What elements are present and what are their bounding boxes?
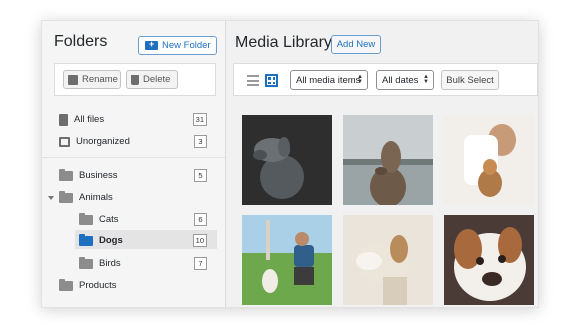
inbox-icon [59, 136, 70, 147]
folder-label: Cats [99, 214, 119, 225]
folder-item-birds[interactable]: Birds 7 [79, 254, 217, 273]
folders-title: Folders [54, 33, 108, 50]
app-window: Folders New Folder Rename Delete All fil… [41, 20, 539, 308]
folder-icon [59, 278, 73, 291]
folder-count: 10 [192, 234, 207, 247]
folder-label: Birds [99, 258, 121, 269]
folder-label: Products [79, 280, 117, 291]
media-thumbnail[interactable] [444, 115, 534, 205]
date-value: All dates [382, 74, 419, 86]
file-icon [59, 113, 68, 126]
folder-count: 6 [194, 213, 207, 226]
folder-item-all-files[interactable]: All files 31 [59, 110, 217, 129]
rename-label: Rename [82, 74, 118, 85]
folder-item-dogs[interactable]: Dogs 10 [79, 231, 217, 250]
folder-count: 7 [194, 257, 207, 270]
folder-count: 3 [194, 135, 207, 148]
add-new-button[interactable]: Add New [331, 35, 381, 54]
trash-icon [131, 74, 139, 85]
select-arrows-icon: ▲ ▼ [357, 74, 363, 85]
folder-label: Dogs [99, 235, 123, 246]
folders-panel: Folders New Folder Rename Delete All fil… [42, 21, 225, 307]
media-thumbnail[interactable] [242, 215, 332, 305]
media-type-select[interactable]: All media items ▲ ▼ [290, 70, 368, 90]
media-filter-bar: All media items ▲ ▼ All dates ▲ ▼ Bulk Sel… [233, 63, 538, 96]
page-title: Media Library [235, 34, 332, 51]
folder-label: All files [74, 114, 105, 125]
folder-toolbar: Rename Delete [54, 63, 216, 96]
folder-item-animals[interactable]: Animals [48, 188, 217, 207]
tree-divider [42, 157, 225, 158]
folder-label: Business [79, 170, 118, 181]
media-thumbnail[interactable] [242, 115, 332, 205]
folder-icon [79, 212, 93, 225]
folder-icon [79, 233, 93, 246]
folder-count: 31 [192, 113, 207, 126]
folder-item-business[interactable]: Business 5 [59, 166, 217, 185]
folder-count: 5 [194, 169, 207, 182]
date-select[interactable]: All dates ▲ ▼ [376, 70, 434, 90]
media-thumbnail[interactable] [343, 215, 433, 305]
media-thumbnail[interactable] [343, 115, 433, 205]
media-thumbnail[interactable] [444, 215, 534, 305]
media-type-value: All media items [296, 74, 361, 86]
folder-icon [79, 256, 93, 269]
media-library-panel: Media Library Add New All media items ▲ ▼… [226, 21, 538, 307]
folder-item-products[interactable]: Products [59, 276, 217, 295]
new-folder-label: New Folder [162, 40, 211, 51]
folder-icon [59, 190, 73, 203]
select-arrows-icon: ▲ ▼ [423, 74, 429, 85]
new-folder-button[interactable]: New Folder [138, 36, 217, 55]
pencil-icon [68, 74, 78, 85]
folder-label: Unorganized [76, 136, 130, 147]
folder-item-cats[interactable]: Cats 6 [79, 210, 217, 229]
folder-item-unorganized[interactable]: Unorganized 3 [59, 132, 217, 151]
list-view-icon[interactable] [247, 75, 259, 86]
folder-icon [59, 168, 73, 181]
caret-down-icon[interactable] [48, 195, 54, 200]
folder-label: Animals [79, 192, 113, 203]
bulk-select-button[interactable]: Bulk Select [441, 70, 499, 90]
delete-button[interactable]: Delete [126, 70, 178, 89]
grid-view-icon[interactable] [265, 74, 278, 87]
folder-plus-icon [145, 39, 158, 50]
delete-label: Delete [143, 74, 171, 85]
rename-button[interactable]: Rename [63, 70, 121, 89]
folders-header: Folders New Folder [42, 21, 225, 65]
